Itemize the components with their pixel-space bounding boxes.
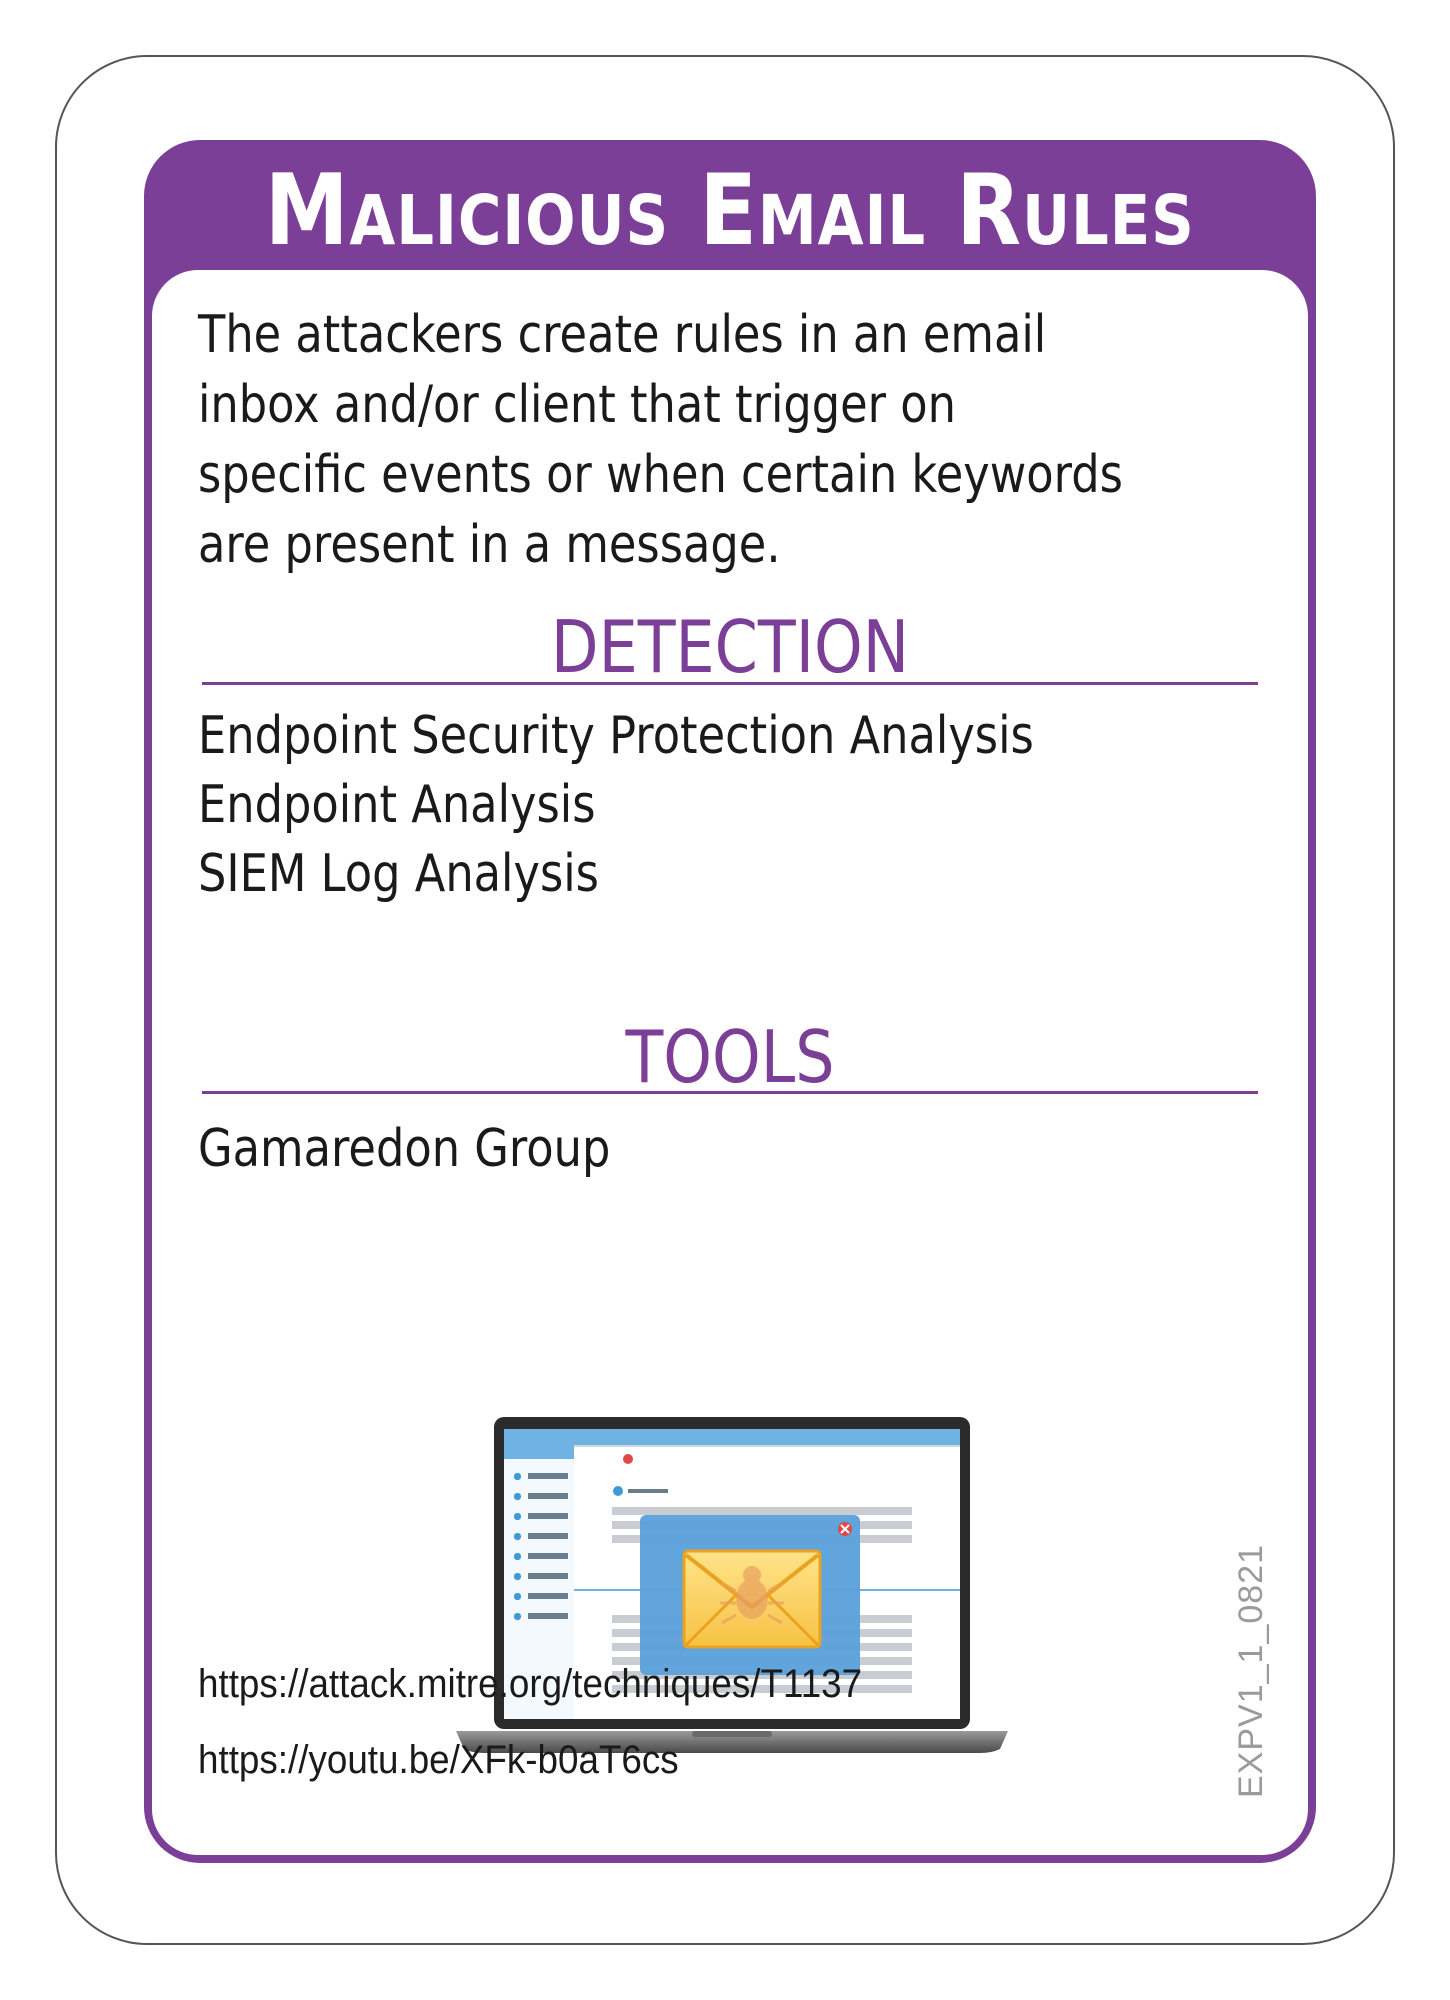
detection-item: SIEM Log Analysis [198, 844, 599, 904]
detection-item: Endpoint Security Protection Analysis [198, 706, 1034, 766]
detection-divider [202, 682, 1258, 685]
tools-heading: TOOLS [625, 1015, 835, 1099]
youtube-link[interactable]: https://youtu.be/XFk-b0aT6cs [198, 1738, 679, 1783]
card-title: Malicious Email Rules [264, 154, 1196, 268]
card-content: The attackers create rules in an email i… [152, 270, 1308, 1855]
detection-item: Endpoint Analysis [198, 775, 596, 835]
tools-divider [202, 1091, 1258, 1094]
card: Malicious Email Rules The attackers crea… [144, 140, 1316, 1863]
tools-list: Gamaredon Group [198, 1115, 610, 1184]
mitre-link[interactable]: https://attack.mitre.org/techniques/T113… [198, 1662, 862, 1707]
card-title-bar: Malicious Email Rules [144, 140, 1316, 276]
tools-item: Gamaredon Group [198, 1119, 611, 1179]
detection-list: Endpoint Security Protection Analysis En… [198, 702, 1034, 909]
card-code: EXPV1_1_0821 [1232, 1544, 1270, 1798]
detection-heading: DETECTION [550, 605, 910, 689]
card-description: The attackers create rules in an email i… [198, 305, 1123, 575]
